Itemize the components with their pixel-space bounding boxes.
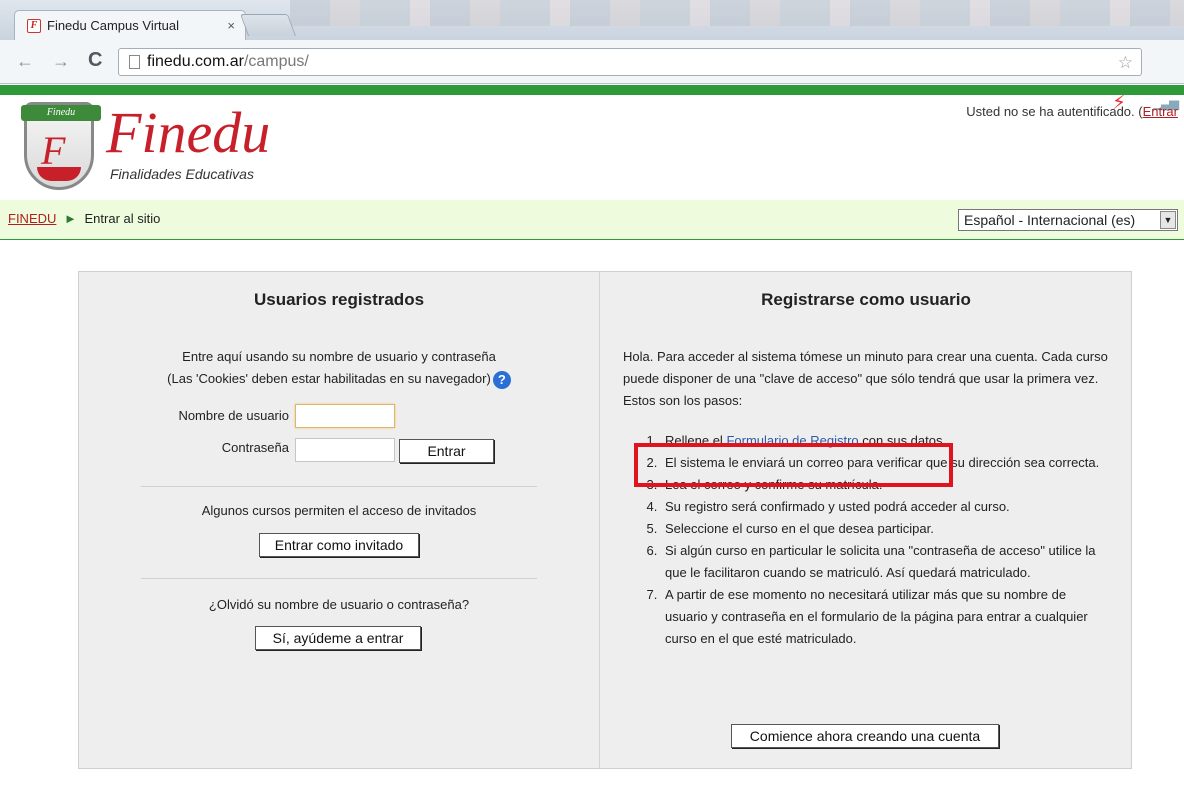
breadcrumb-separator-icon: ► [64, 211, 77, 226]
breadcrumb: FINEDU ► Entrar al sitio [8, 211, 160, 226]
blurred-bookmarks [290, 0, 1184, 26]
username-input[interactable] [295, 404, 395, 428]
close-tab-icon[interactable]: × [227, 18, 235, 33]
registered-users-title: Usuarios registrados [253, 290, 425, 309]
login-intro-line2: (Las 'Cookies' deben estar habilitadas e… [167, 371, 491, 386]
forgot-password-button[interactable]: Sí, ayúdeme a entrar [255, 626, 421, 650]
register-panel: Registrarse como usuario Hola. Para acce… [601, 272, 1131, 768]
shield-banner: Finedu [21, 105, 101, 121]
navbar: FINEDU ► Entrar al sitio Español - Inter… [0, 200, 1184, 240]
register-intro: Hola. Para acceder al sistema tómese un … [623, 349, 1108, 408]
forward-arrow-icon[interactable]: → [52, 51, 70, 72]
login-panels: Usuarios registrados Entre aquí usando s… [78, 271, 1132, 769]
breadcrumb-home-link[interactable]: FINEDU [8, 211, 56, 226]
guest-text: Algunos cursos permiten el acceso de inv… [201, 503, 477, 518]
list-item: Seleccione el curso en el que desea part… [661, 518, 1109, 540]
new-tab-button[interactable] [239, 14, 297, 36]
guest-login-button[interactable]: Entrar como invitado [259, 533, 419, 557]
browser-tabstrip: F Finedu Campus Virtual × [0, 0, 1184, 40]
reload-icon[interactable]: C [88, 49, 102, 72]
language-select[interactable]: Español - Internacional (es) ▼ [958, 209, 1178, 231]
username-label: Nombre de usuario [178, 408, 289, 423]
divider [141, 486, 537, 487]
bookmark-star-icon[interactable]: ☆ [1118, 53, 1133, 73]
logo-tagline: Finalidades Educativas [110, 166, 254, 182]
address-bar[interactable]: finedu.com.ar/campus/ ☆ [118, 48, 1142, 76]
list-item: Su registro será confirmado y usted podr… [661, 496, 1109, 518]
register-title: Registrarse como usuario [761, 290, 971, 309]
login-status: Usted no se ha autentificado. (Entrar [966, 104, 1178, 119]
chevron-down-icon[interactable]: ▼ [1160, 211, 1176, 229]
help-icon[interactable]: ? [492, 370, 511, 389]
breadcrumb-current: Entrar al sitio [84, 211, 161, 226]
language-select-value: Español - Internacional (es) [964, 212, 1136, 228]
url-path: /campus/ [243, 53, 309, 70]
header-green-bar [0, 85, 1184, 95]
registered-users-panel: Usuarios registrados Entre aquí usando s… [79, 272, 600, 768]
browser-tab[interactable]: F Finedu Campus Virtual × [14, 10, 246, 40]
list-item: A partir de ese momento no necesitará ut… [661, 584, 1109, 650]
login-button[interactable]: Entrar [399, 439, 494, 463]
create-account-button[interactable]: Comience ahora creando una cuenta [731, 724, 999, 748]
shield-icon: Finedu F [21, 102, 101, 190]
login-status-text: Usted no se ha autentificado. ( [966, 104, 1143, 119]
password-input[interactable] [295, 438, 395, 462]
back-arrow-icon[interactable]: ← [16, 51, 34, 72]
forgot-text: ¿Olvidó su nombre de usuario o contraseñ… [208, 597, 470, 612]
logo-wordmark: Finedu [106, 100, 271, 165]
finedu-logo[interactable]: Finedu F Finedu Finalidades Educativas [21, 98, 284, 198]
tab-title: Finedu Campus Virtual [47, 18, 179, 33]
divider [141, 578, 537, 579]
password-label: Contraseña [221, 440, 289, 455]
list-item: Si algún curso en particular le solicita… [661, 540, 1109, 584]
login-link[interactable]: Entrar [1143, 104, 1178, 119]
shield-stripe [37, 167, 81, 181]
highlight-annotation [634, 443, 953, 487]
browser-toolbar: ← → C finedu.com.ar/campus/ ☆ ⚡ ▁▃▅ [0, 40, 1184, 114]
login-intro-line1: Entre aquí usando su nombre de usuario y… [182, 349, 496, 364]
page-icon [129, 55, 140, 69]
url-host: finedu.com.ar [147, 53, 244, 70]
finedu-favicon-icon: F [27, 18, 41, 33]
login-intro: Entre aquí usando su nombre de usuario y… [79, 346, 599, 390]
